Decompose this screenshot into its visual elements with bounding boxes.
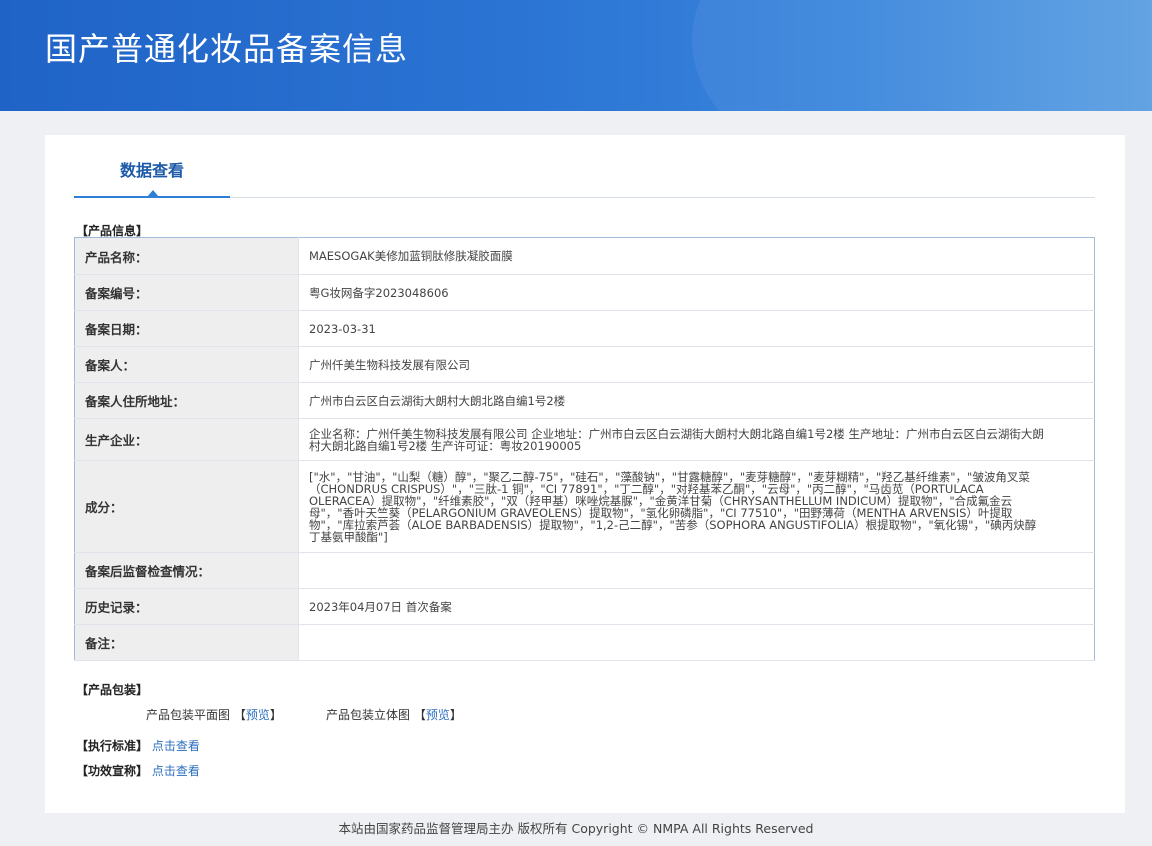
row-value: MAESOGAK美修加蓝铜肽修肤凝胶面膜	[298, 237, 1095, 275]
row-label: 生产企业：	[74, 418, 299, 461]
row-value: 2023年04月07日 首次备案	[298, 588, 1095, 625]
row-label: 备注：	[74, 624, 299, 661]
row-value: 广州仟美生物科技发展有限公司	[298, 346, 1095, 383]
row-value	[298, 624, 1095, 661]
row-value: 企业名称：广州仟美生物科技发展有限公司 企业地址：广州市白云区白云湖街大朗村大朗…	[298, 418, 1095, 461]
package-solid-label: 产品包装立体图	[326, 708, 411, 722]
ingredients-value: ["水"，"甘油"，"山梨（糖）醇"，"聚乙二醇-75"，"硅石"，"藻酸钠"，…	[298, 460, 1095, 553]
table-row: 备案人住所地址： 广州市白云区白云湖街大朗村大朗北路自编1号2楼	[74, 382, 1095, 419]
package-flat-label: 产品包装平面图	[146, 708, 231, 722]
table-row: 历史记录： 2023年04月07日 首次备案	[74, 588, 1095, 625]
bracket: 】	[449, 708, 462, 722]
row-label: 备案后监督检查情况：	[74, 552, 299, 589]
preview-solid-link[interactable]: 预览	[426, 708, 450, 722]
header-banner: 国产普通化妆品备案信息	[0, 0, 1152, 111]
package-solid-item: 产品包装立体图 【预览】	[326, 706, 462, 723]
standard-line: 【执行标准】 点击查看	[76, 737, 200, 754]
efficacy-view-link[interactable]: 点击查看	[152, 764, 200, 778]
row-label: 备案人：	[74, 346, 299, 383]
standard-label: 【执行标准】	[76, 739, 149, 753]
row-label: 成分：	[74, 460, 299, 553]
tab-active-indicator	[147, 190, 159, 197]
table-row: 备案编号： 粤G妆网备字2023048606	[74, 274, 1095, 311]
table-row: 产品名称： MAESOGAK美修加蓝铜肽修肤凝胶面膜	[74, 237, 1095, 275]
efficacy-line: 【功效宣称】 点击查看	[76, 762, 200, 779]
bracket: 【	[233, 708, 246, 722]
row-value: 广州市白云区白云湖街大朗村大朗北路自编1号2楼	[298, 382, 1095, 419]
table-row: 生产企业： 企业名称：广州仟美生物科技发展有限公司 企业地址：广州市白云区白云湖…	[74, 418, 1095, 461]
page-title: 国产普通化妆品备案信息	[45, 30, 409, 68]
packaging-section-title: 【产品包装】	[76, 683, 149, 697]
row-label: 备案日期：	[74, 310, 299, 347]
table-row: 备案日期： 2023-03-31	[74, 310, 1095, 347]
row-label: 备案编号：	[74, 274, 299, 311]
table-row: 备案人： 广州仟美生物科技发展有限公司	[74, 346, 1095, 383]
tab-data-view[interactable]: 数据查看	[74, 135, 230, 198]
tab-bar: 数据查看	[74, 135, 1095, 198]
table-row: 成分： ["水"，"甘油"，"山梨（糖）醇"，"聚乙二醇-75"，"硅石"，"藻…	[74, 460, 1095, 553]
bracket: 【	[413, 708, 426, 722]
row-value: 2023-03-31	[298, 310, 1095, 347]
efficacy-label: 【功效宣称】	[76, 764, 149, 778]
row-label: 历史记录：	[74, 588, 299, 625]
row-label: 产品名称：	[74, 237, 299, 275]
bracket: 】	[269, 708, 282, 722]
preview-flat-link[interactable]: 预览	[246, 708, 270, 722]
footer-copyright: 本站由国家药品监督管理局主办 版权所有 Copyright © NMPA All…	[338, 821, 814, 836]
package-flat-item: 产品包装平面图 【预览】	[146, 706, 282, 723]
row-value: 粤G妆网备字2023048606	[298, 274, 1095, 311]
product-info-table: 产品名称： MAESOGAK美修加蓝铜肽修肤凝胶面膜 备案编号： 粤G妆网备字2…	[74, 237, 1095, 661]
row-value	[298, 552, 1095, 589]
content-card: 数据查看 【产品信息】 产品名称： MAESOGAK美修加蓝铜肽修肤凝胶面膜 备…	[45, 135, 1125, 813]
table-row: 备注：	[74, 624, 1095, 661]
table-row: 备案后监督检查情况：	[74, 552, 1095, 589]
standard-view-link[interactable]: 点击查看	[152, 739, 200, 753]
row-label: 备案人住所地址：	[74, 382, 299, 419]
